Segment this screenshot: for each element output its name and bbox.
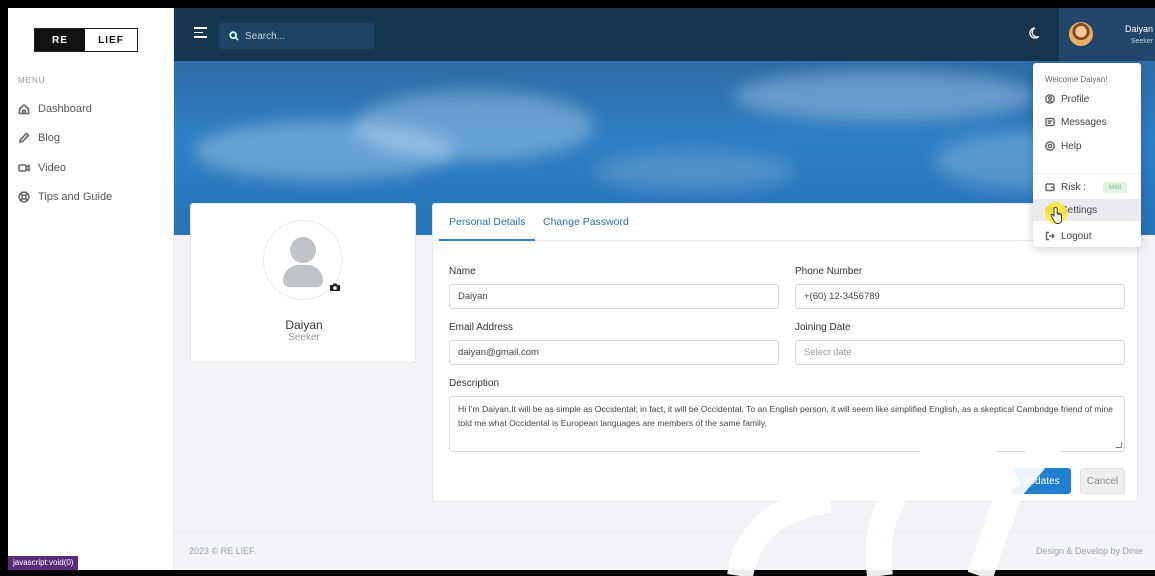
joining-date-field[interactable]: [795, 340, 1125, 365]
name-label: Name: [449, 266, 476, 277]
menu-toggle-icon[interactable]: [194, 27, 207, 39]
sidebar-item-blog[interactable]: Blog: [18, 129, 60, 147]
sidebar-item-label: Video: [38, 162, 66, 174]
footer-credit: Design & Develop by Dinie: [1035, 546, 1143, 556]
footer-copyright: 2023 © RE LIEF.: [189, 546, 257, 556]
user-circle-icon: [1045, 94, 1055, 104]
sidebar-item-video[interactable]: Video: [18, 159, 66, 177]
dropdown-item-label: Messages: [1061, 116, 1107, 128]
details-card: Personal Details Change Password Name Ph…: [432, 203, 1138, 502]
user-name: Daiyan: [1124, 24, 1153, 34]
search-icon: [229, 31, 239, 41]
email-label: Email Address: [449, 322, 513, 333]
sidebar-item-label: Blog: [38, 132, 61, 144]
app-frame: RE LIEF MENU Dashboard Blog Video Tips a…: [8, 8, 1155, 570]
brand-logo-part1: RE: [35, 29, 85, 51]
video-icon: [18, 164, 30, 172]
phone-label: Phone Number: [795, 266, 863, 277]
top-bar: Daiyan Seeker: [174, 8, 1155, 61]
tab-bar: Personal Details Change Password: [433, 204, 1137, 241]
sidebar: RE LIEF MENU Dashboard Blog Video Tips a…: [8, 8, 174, 570]
status-bar-link: javascript:void(0): [8, 556, 79, 570]
risk-badge: Mild: [1103, 182, 1127, 193]
logout-icon: [1045, 231, 1055, 241]
description-field[interactable]: Hi I'm Daiyan,It will be as simple as Oc…: [449, 396, 1125, 452]
avatar: [1069, 22, 1093, 46]
description-label: Description: [449, 378, 500, 389]
home-icon: [18, 103, 30, 115]
pencil-icon: [18, 132, 30, 144]
tab-change-password[interactable]: Change Password: [543, 216, 629, 228]
lifebuoy-icon: [18, 191, 30, 203]
menu-label: MENU: [18, 76, 46, 85]
brand-logo[interactable]: RE LIEF: [34, 28, 138, 52]
dropdown-item-messages[interactable]: Messages: [1045, 115, 1107, 129]
footer: 2023 © RE LIEF. Design & Develop by Dini…: [174, 531, 1155, 570]
sidebar-item-label: Tips and Guide: [38, 191, 113, 203]
cancel-button[interactable]: Cancel: [1080, 468, 1125, 494]
camera-icon[interactable]: [329, 282, 341, 292]
email-field[interactable]: [449, 340, 779, 365]
joining-date-label: Joining Date: [795, 322, 851, 333]
dropdown-item-label: Profile: [1061, 93, 1090, 105]
name-field[interactable]: [449, 284, 779, 309]
message-icon: [1045, 117, 1055, 127]
wallet-icon: [1045, 183, 1055, 192]
user-role: Seeker: [1130, 38, 1153, 45]
lifebuoy-icon: [1045, 141, 1055, 151]
dropdown-item-profile[interactable]: Profile: [1045, 92, 1089, 106]
update-button[interactable]: Updates: [1011, 468, 1071, 494]
dropdown-welcome: Welcome Daiyan!: [1045, 75, 1108, 84]
dropdown-item-logout[interactable]: Logout: [1045, 229, 1092, 243]
sidebar-item-tips[interactable]: Tips and Guide: [18, 188, 112, 206]
dropdown-item-label: Risk :: [1061, 181, 1086, 193]
active-tab-indicator: [439, 239, 535, 241]
tab-personal-details[interactable]: Personal Details: [449, 216, 525, 228]
dropdown-item-label: Help: [1061, 140, 1082, 152]
user-menu-toggle[interactable]: Daiyan Seeker: [1059, 8, 1155, 61]
search-input[interactable]: [245, 30, 365, 42]
resize-handle-icon[interactable]: [1115, 442, 1123, 448]
phone-field[interactable]: [795, 284, 1125, 309]
sidebar-item-label: Dashboard: [38, 103, 92, 115]
dropdown-divider: [1033, 173, 1141, 174]
dropdown-item-label: Logout: [1061, 230, 1092, 242]
hand-cursor-icon: [1050, 207, 1062, 224]
search-box[interactable]: [219, 23, 374, 49]
brand-logo-part2: LIEF: [85, 29, 137, 51]
profile-name: Daiyan: [285, 318, 323, 332]
sidebar-item-dashboard[interactable]: Dashboard: [18, 100, 92, 118]
dropdown-item-help[interactable]: Help: [1045, 139, 1082, 153]
profile-card: Daiyan Seeker: [190, 203, 416, 363]
profile-role: Seeker: [288, 332, 320, 343]
moon-icon[interactable]: [1029, 26, 1043, 40]
dropdown-item-risk[interactable]: Risk :: [1045, 180, 1086, 194]
